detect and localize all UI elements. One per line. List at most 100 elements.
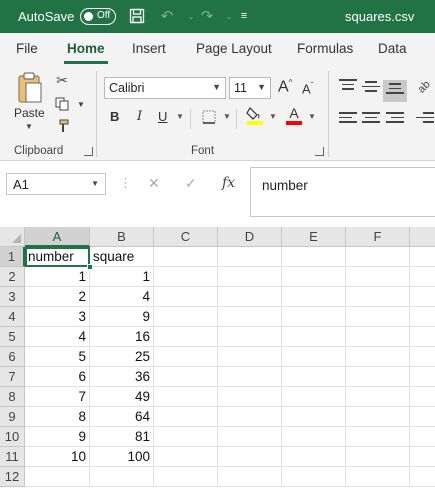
row-header[interactable]: 4 (0, 307, 25, 327)
cell-a8[interactable]: 7 (25, 387, 90, 407)
name-box[interactable]: A1 ▼ (6, 173, 106, 195)
cell[interactable] (410, 267, 435, 287)
row-header[interactable]: 5 (0, 327, 25, 347)
cell[interactable] (282, 327, 346, 347)
row-header[interactable]: 11 (0, 447, 25, 467)
decrease-indent-icon[interactable] (416, 112, 434, 128)
cell[interactable] (218, 407, 282, 427)
paste-dropdown-icon[interactable]: ▼ (25, 122, 33, 131)
cell[interactable] (154, 467, 218, 487)
column-header-b[interactable]: B (90, 227, 154, 247)
cut-icon[interactable]: ✂ (52, 70, 72, 90)
underline-button[interactable]: U (158, 109, 167, 124)
cell-a4[interactable]: 3 (25, 307, 90, 327)
format-painter-icon[interactable] (52, 116, 72, 136)
cell[interactable] (282, 267, 346, 287)
row-header[interactable]: 3 (0, 287, 25, 307)
cell-a5[interactable]: 4 (25, 327, 90, 347)
cell[interactable] (218, 267, 282, 287)
cell-a1[interactable]: number (25, 247, 90, 267)
column-header-f[interactable]: F (346, 227, 410, 247)
cell[interactable] (282, 387, 346, 407)
formula-input[interactable]: number (250, 167, 435, 217)
cell-b10[interactable]: 81 (90, 427, 154, 447)
undo-icon[interactable]: ↶ (156, 6, 178, 26)
font-size-dropdown[interactable]: 11 ▼ (229, 77, 271, 99)
cell[interactable] (154, 247, 218, 267)
cell-b5[interactable]: 16 (90, 327, 154, 347)
tab-file[interactable]: File (16, 41, 38, 56)
font-launcher-icon[interactable] (315, 147, 324, 156)
cell-a6[interactable]: 5 (25, 347, 90, 367)
row-header[interactable]: 9 (0, 407, 25, 427)
cell[interactable] (410, 307, 435, 327)
cell[interactable] (218, 327, 282, 347)
column-header-e[interactable]: E (282, 227, 346, 247)
cell[interactable] (346, 267, 410, 287)
save-icon[interactable] (126, 6, 148, 26)
cell[interactable] (346, 427, 410, 447)
cell[interactable] (346, 407, 410, 427)
increase-font-size-button[interactable]: A^ (278, 78, 292, 96)
cell-b8[interactable]: 49 (90, 387, 154, 407)
cell-a7[interactable]: 6 (25, 367, 90, 387)
cell[interactable] (346, 327, 410, 347)
borders-dropdown-icon[interactable]: ▼ (223, 112, 231, 121)
copy-icon[interactable] (52, 94, 72, 114)
insert-function-button[interactable]: fx (222, 175, 235, 191)
cell[interactable] (154, 447, 218, 467)
cell[interactable] (282, 447, 346, 467)
align-left-icon[interactable] (339, 112, 357, 128)
row-header[interactable]: 2 (0, 267, 25, 287)
align-right-icon[interactable] (386, 112, 404, 128)
confirm-entry-icon[interactable]: ✓ (185, 175, 197, 192)
row-header[interactable]: 12 (0, 467, 25, 487)
column-header-a[interactable]: A (25, 227, 90, 247)
align-top-icon[interactable] (339, 79, 357, 95)
cell[interactable] (218, 427, 282, 447)
row-header[interactable]: 1 (0, 247, 25, 267)
cell-a3[interactable]: 2 (25, 287, 90, 307)
cell[interactable] (346, 467, 410, 487)
underline-dropdown-icon[interactable]: ▼ (176, 112, 184, 121)
cell[interactable] (410, 447, 435, 467)
cell-b4[interactable]: 9 (90, 307, 154, 327)
cell[interactable] (410, 427, 435, 447)
copy-dropdown-icon[interactable]: ▼ (71, 94, 91, 114)
cell[interactable] (410, 347, 435, 367)
cell[interactable] (410, 247, 435, 267)
fill-handle[interactable] (87, 264, 93, 270)
autosave-toggle[interactable]: Off (80, 8, 116, 25)
cell[interactable] (218, 247, 282, 267)
cell-b9[interactable]: 64 (90, 407, 154, 427)
redo-icon[interactable]: ↷ (196, 6, 218, 26)
decrease-font-size-button[interactable]: Aˇ (302, 81, 313, 96)
bold-button[interactable]: B (110, 109, 119, 124)
cell-b7[interactable]: 36 (90, 367, 154, 387)
cell[interactable] (282, 367, 346, 387)
column-header-c[interactable]: C (154, 227, 218, 247)
cell[interactable] (154, 287, 218, 307)
cell[interactable] (218, 307, 282, 327)
cell-a2[interactable]: 1 (25, 267, 90, 287)
tab-data[interactable]: Data (378, 41, 407, 56)
tab-insert[interactable]: Insert (132, 41, 166, 56)
clipboard-launcher-icon[interactable] (84, 147, 93, 156)
cell[interactable] (282, 427, 346, 447)
italic-button[interactable]: I (137, 109, 142, 124)
row-header[interactable]: 8 (0, 387, 25, 407)
align-bottom-icon[interactable] (383, 80, 407, 102)
paste-icon[interactable] (16, 72, 44, 104)
cell[interactable] (346, 307, 410, 327)
cell-b12[interactable] (90, 467, 154, 487)
cell[interactable] (410, 287, 435, 307)
cell[interactable] (218, 387, 282, 407)
align-center-icon[interactable] (362, 112, 380, 128)
cell[interactable] (154, 407, 218, 427)
column-header-d[interactable]: D (218, 227, 282, 247)
cell[interactable] (154, 307, 218, 327)
borders-icon[interactable] (199, 107, 219, 127)
cell[interactable] (154, 327, 218, 347)
cell[interactable] (282, 287, 346, 307)
cell-b11[interactable]: 100 (90, 447, 154, 467)
